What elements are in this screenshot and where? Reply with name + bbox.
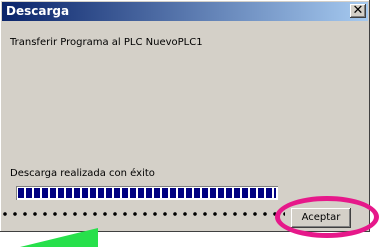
close-icon: ✕ bbox=[352, 3, 364, 18]
status-text: Descarga realizada con éxito bbox=[10, 168, 155, 179]
title-bar[interactable]: Descarga ✕ bbox=[2, 2, 368, 21]
progress-bar bbox=[16, 186, 278, 200]
dialog-title: Descarga bbox=[6, 4, 70, 18]
transfer-message: Transferir Programa al PLC NuevoPLC1 bbox=[10, 37, 203, 48]
progress-fill bbox=[18, 188, 276, 198]
green-accent-shape bbox=[20, 228, 98, 247]
highlight-circle bbox=[275, 196, 379, 238]
dotted-pointer-line bbox=[0, 210, 285, 218]
close-button[interactable]: ✕ bbox=[350, 4, 366, 18]
